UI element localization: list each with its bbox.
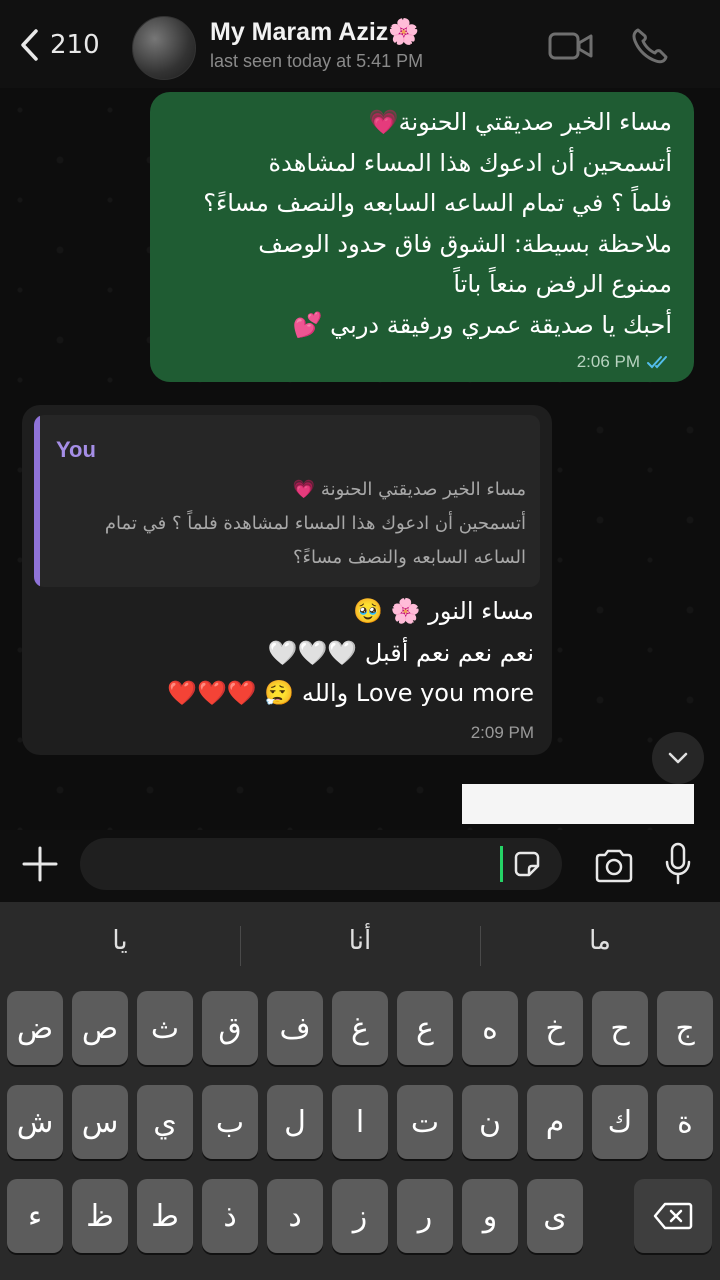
redaction-box	[462, 784, 694, 824]
key[interactable]: و	[462, 1179, 518, 1253]
video-call-icon[interactable]	[548, 26, 594, 66]
quoted-reply[interactable]: You مساء الخير صديقتي الحنونة 💗 أتسمحين …	[34, 415, 540, 587]
suggestion-item[interactable]: ما	[480, 926, 720, 956]
message-time: 2:06 PM	[576, 352, 640, 371]
delete-key[interactable]	[634, 1179, 712, 1253]
contact-info[interactable]: My Maram Aziz🌸 last seen today at 5:41 P…	[210, 18, 423, 72]
message-line: نعم نعم نعم أقبل 🤍🤍🤍	[267, 639, 534, 667]
key[interactable]: ز	[332, 1179, 388, 1253]
key[interactable]: ذ	[202, 1179, 258, 1253]
chat-header: 210 My Maram Aziz🌸 last seen today at 5:…	[0, 0, 720, 88]
message-input[interactable]	[80, 838, 562, 890]
avatar[interactable]	[132, 16, 196, 80]
key[interactable]: ف	[267, 991, 323, 1065]
plus-icon[interactable]	[20, 844, 60, 884]
message-line: مساء الخير صديقتي الحنونة💗	[368, 108, 672, 136]
message-line: ممنوع الرفض منعاً باتاً	[453, 270, 672, 298]
key[interactable]: ن	[462, 1085, 518, 1159]
double-check-icon	[647, 356, 667, 369]
key[interactable]: ش	[7, 1085, 63, 1159]
key[interactable]: ه	[462, 991, 518, 1065]
quote-line: الساعه السابعه والنصف مساءً؟	[292, 547, 526, 568]
quote-author: You	[56, 437, 96, 462]
key[interactable]: ت	[397, 1085, 453, 1159]
outgoing-message[interactable]: مساء الخير صديقتي الحنونة💗 أتسمحين أن اد…	[150, 92, 694, 382]
sticker-icon[interactable]	[512, 849, 542, 879]
camera-icon[interactable]	[594, 848, 634, 884]
chevron-left-icon	[21, 29, 38, 61]
key[interactable]: ل	[267, 1085, 323, 1159]
key[interactable]: خ	[527, 991, 583, 1065]
message-line: ملاحظة بسيطة: الشوق فاق حدود الوصف	[258, 229, 672, 258]
key[interactable]: س	[72, 1085, 128, 1159]
message-line: Love you more والله 😮‍💨 ❤️❤️❤️	[167, 679, 534, 707]
microphone-icon[interactable]	[664, 842, 692, 886]
quote-line: مساء الخير صديقتي الحنونة 💗	[292, 479, 526, 500]
quote-line: أتسمحين أن ادعوك هذا المساء لمشاهدة فلما…	[104, 513, 526, 534]
key[interactable]: ط	[137, 1179, 193, 1253]
key[interactable]: ق	[202, 991, 258, 1065]
key[interactable]: ا	[332, 1085, 388, 1159]
incoming-message[interactable]: You مساء الخير صديقتي الحنونة 💗 أتسمحين …	[22, 405, 552, 755]
key[interactable]: ج	[657, 991, 713, 1065]
text-caret	[500, 846, 503, 882]
message-line: أتسمحين أن ادعوك هذا المساء لمشاهدة	[268, 148, 672, 177]
back-button[interactable]: 210	[18, 28, 100, 62]
contact-name: My Maram Aziz🌸	[210, 18, 420, 46]
key[interactable]: ث	[137, 991, 193, 1065]
key[interactable]: ص	[72, 991, 128, 1065]
phone-call-icon[interactable]	[628, 26, 674, 66]
composer	[0, 830, 720, 902]
key[interactable]: ك	[592, 1085, 648, 1159]
backspace-icon	[653, 1202, 693, 1230]
unread-count: 210	[50, 30, 100, 60]
suggestion-item[interactable]: أنا	[240, 926, 480, 956]
message-line: فلماً ؟ في تمام الساعه السابعه والنصف مس…	[203, 189, 672, 217]
key[interactable]: ء	[7, 1179, 63, 1253]
key[interactable]: ر	[397, 1179, 453, 1253]
message-line: مساء النور 🌸 🥹	[353, 597, 534, 625]
quote-accent-bar	[34, 415, 40, 587]
key[interactable]: ى	[527, 1179, 583, 1253]
key[interactable]: ب	[202, 1085, 258, 1159]
message-line: أحبك يا صديقة عمري ورفيقة دربي 💕	[292, 310, 672, 339]
key[interactable]: ض	[7, 991, 63, 1065]
key[interactable]: م	[527, 1085, 583, 1159]
key[interactable]: ع	[397, 991, 453, 1065]
suggestion-bar: يا أنا ما	[0, 902, 720, 986]
key[interactable]: ة	[657, 1085, 713, 1159]
key[interactable]: د	[267, 1179, 323, 1253]
message-time: 2:09 PM	[470, 723, 534, 742]
chevron-down-icon	[668, 752, 688, 764]
message-meta: 2:06 PM	[577, 352, 674, 372]
last-seen: last seen today at 5:41 PM	[210, 51, 424, 71]
key[interactable]: ظ	[72, 1179, 128, 1253]
scroll-down-button[interactable]	[652, 732, 704, 784]
suggestion-item[interactable]: يا	[0, 926, 240, 956]
key[interactable]: ح	[592, 991, 648, 1065]
key[interactable]: ي	[137, 1085, 193, 1159]
key[interactable]: غ	[332, 991, 388, 1065]
keyboard: يا أنا ما ض ص ث ق ف غ ع ه خ ح ج ش س ي ب …	[0, 902, 720, 1280]
